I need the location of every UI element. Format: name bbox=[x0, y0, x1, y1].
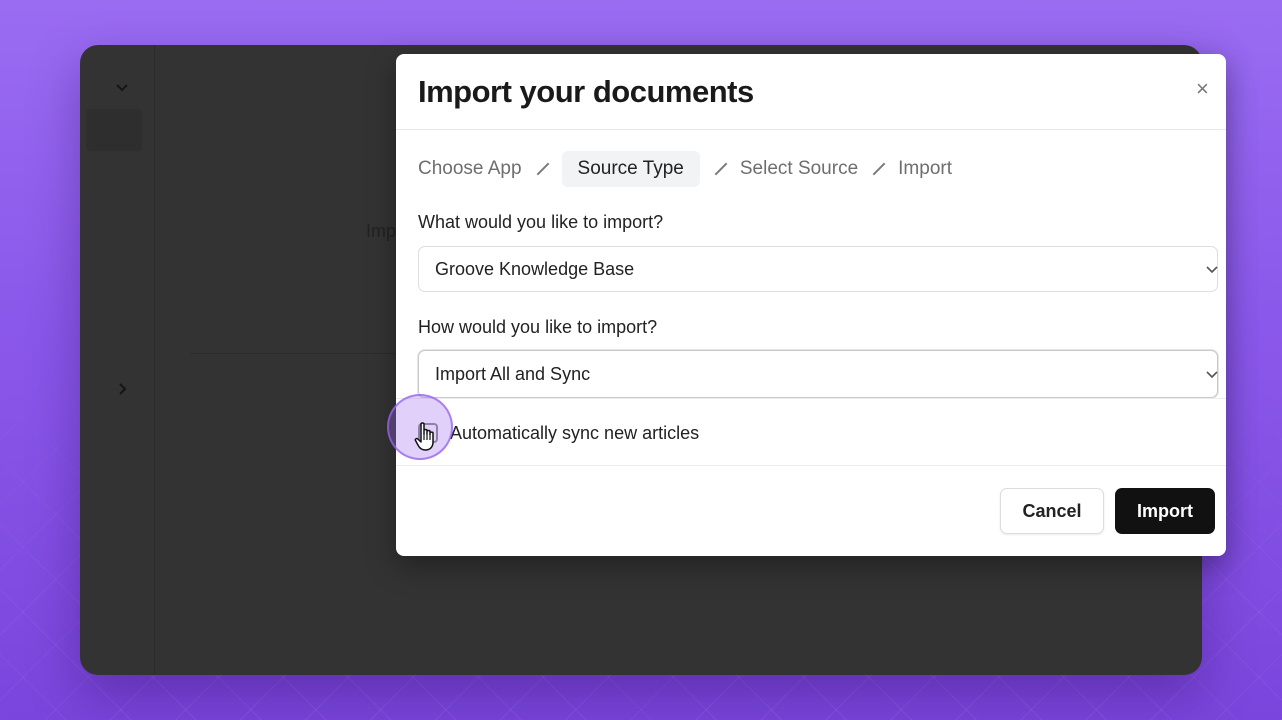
method-question-label: How would you like to import? bbox=[418, 317, 658, 337]
modal-title: Import your documents bbox=[418, 74, 754, 109]
sidebar-selected-item[interactable] bbox=[86, 109, 142, 151]
chevron-down-icon bbox=[1206, 266, 1218, 274]
source-select-value: Groove Knowledge Base bbox=[435, 258, 635, 279]
chevron-right-icon[interactable] bbox=[114, 381, 130, 402]
close-icon[interactable]: × bbox=[1196, 76, 1209, 102]
breadcrumb-select-source[interactable]: Select Source bbox=[740, 158, 858, 180]
sidebar bbox=[80, 45, 155, 675]
breadcrumb-separator bbox=[714, 162, 728, 176]
sync-option-row: Automatically sync new articles bbox=[396, 398, 1226, 466]
chevron-down-icon bbox=[1206, 371, 1218, 379]
breadcrumb: Choose App Source Type Select Source Imp… bbox=[418, 151, 952, 187]
cancel-button[interactable]: Cancel bbox=[1000, 488, 1104, 534]
source-question-label: What would you like to import? bbox=[418, 212, 664, 232]
import-button[interactable]: Import bbox=[1115, 488, 1215, 534]
breadcrumb-separator bbox=[536, 162, 549, 176]
header-divider bbox=[396, 129, 1226, 130]
background-heading: Imp bbox=[366, 221, 397, 241]
sync-checkbox-label[interactable]: Automatically sync new articles bbox=[450, 423, 699, 444]
source-select[interactable]: Groove Knowledge Base bbox=[418, 246, 1218, 292]
method-select-value: Import All and Sync bbox=[435, 363, 591, 384]
breadcrumb-separator bbox=[872, 162, 886, 176]
hand-cursor-icon bbox=[414, 422, 434, 451]
breadcrumb-choose-app[interactable]: Choose App bbox=[418, 158, 522, 180]
import-modal: Import your documents × Choose App Sourc… bbox=[396, 54, 1226, 556]
chevron-down-icon[interactable] bbox=[114, 79, 130, 100]
breadcrumb-import[interactable]: Import bbox=[898, 158, 952, 180]
method-select[interactable]: Import All and Sync bbox=[418, 350, 1218, 398]
breadcrumb-source-type[interactable]: Source Type bbox=[561, 151, 700, 187]
